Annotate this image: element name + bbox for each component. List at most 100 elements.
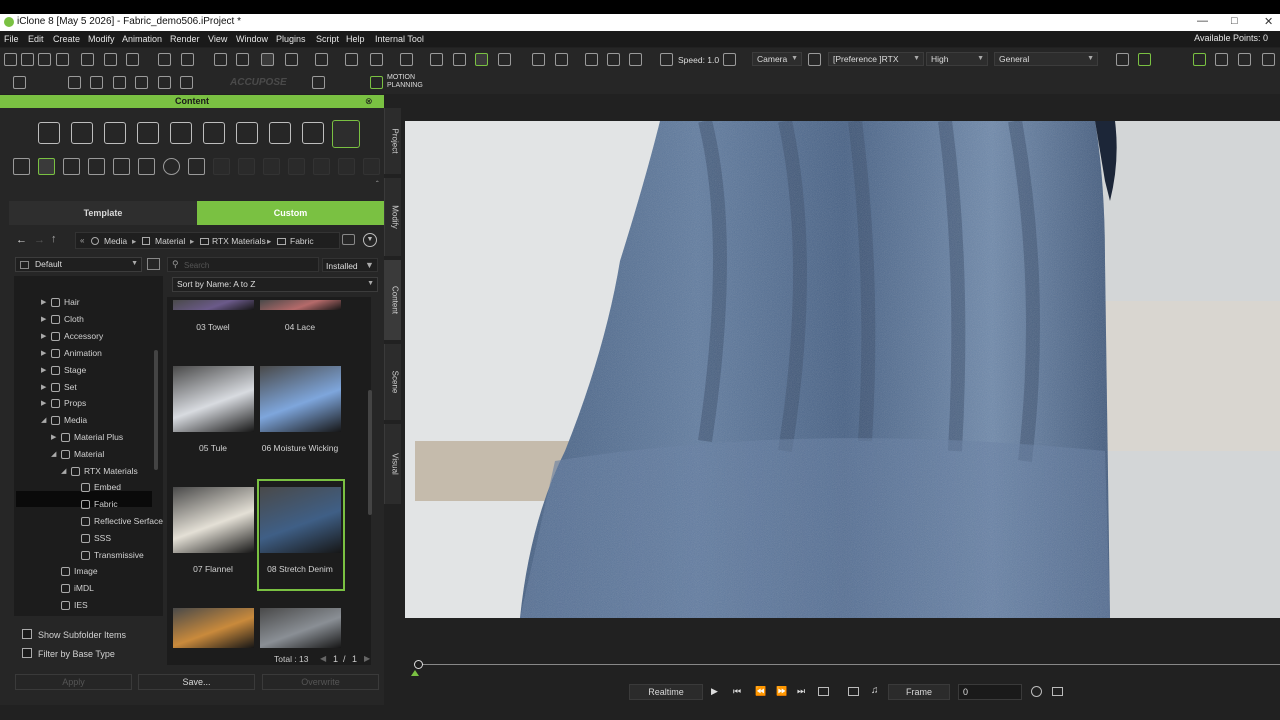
material-thumbnail[interactable] [173, 608, 254, 648]
settings-gear-icon[interactable] [1031, 686, 1042, 697]
overwrite-button[interactable]: Overwrite [262, 674, 379, 690]
tool-icon[interactable] [181, 53, 194, 66]
frame-dropdown[interactable]: Frame [888, 684, 950, 700]
preference-dropdown[interactable]: [Preference ]RTX ▼ [828, 52, 924, 66]
motion-icon[interactable] [203, 122, 225, 144]
avatar-icon[interactable] [71, 122, 93, 144]
expand-arrow-icon[interactable]: ▶ [41, 315, 46, 323]
menu-window[interactable]: Window [236, 34, 268, 44]
back-arrow-icon[interactable]: ← [16, 234, 27, 246]
expand-arrow-icon[interactable]: ◢ [51, 450, 56, 458]
side-tab-project[interactable]: Project [384, 108, 401, 174]
list-icon[interactable] [1238, 53, 1251, 66]
tree-item[interactable]: Fabric [94, 499, 118, 509]
quality-dropdown[interactable]: High ▼ [926, 52, 988, 66]
menu-plugins[interactable]: Plugins [276, 34, 306, 44]
tree-item[interactable]: Image [74, 566, 98, 576]
maximize-icon[interactable]: □ [1231, 15, 1238, 27]
menu-internal-tool[interactable]: Internal Tool [375, 34, 424, 44]
play-icon[interactable]: ▶ [711, 686, 718, 697]
search-input[interactable]: ⚲ Search [167, 257, 319, 272]
folder-add-icon[interactable] [147, 258, 160, 270]
accupose-button[interactable]: ACCUPOSE [230, 77, 287, 88]
show-subfolder-checkbox[interactable] [22, 629, 32, 639]
tree-item[interactable]: Set [64, 382, 77, 392]
new-file-icon[interactable] [4, 53, 17, 66]
light-icon[interactable] [532, 53, 545, 66]
gradient-icon[interactable] [113, 158, 130, 175]
play-icon[interactable] [104, 53, 117, 66]
timeline-toggle-icon[interactable] [1052, 687, 1063, 696]
next-frame-icon[interactable]: ⏩ [776, 686, 787, 697]
menu-view[interactable]: View [208, 34, 227, 44]
swap-icon[interactable] [180, 76, 193, 89]
material-icon[interactable] [38, 158, 55, 175]
tree-icon[interactable] [269, 122, 291, 144]
tree-item[interactable]: Stage [64, 365, 86, 375]
align-icon[interactable] [400, 53, 413, 66]
breadcrumb-material[interactable]: Material [155, 236, 185, 246]
layer-icon[interactable] [453, 53, 466, 66]
grid-scrollbar[interactable] [368, 390, 372, 515]
tree-item[interactable]: Media [64, 415, 87, 425]
eye-icon[interactable] [475, 53, 488, 66]
motion-planning-icon[interactable] [370, 76, 383, 89]
physics-toggle-icon[interactable] [1138, 53, 1151, 66]
tree-item[interactable]: Props [64, 398, 86, 408]
material-thumbnail[interactable] [260, 608, 341, 648]
expand-arrow-icon[interactable]: ▶ [41, 383, 46, 391]
breadcrumb-fabric[interactable]: Fabric [290, 236, 314, 246]
scale-icon[interactable] [345, 53, 358, 66]
tool-icon[interactable] [90, 76, 103, 89]
3d-viewport[interactable] [405, 121, 1280, 618]
gizmo-icon[interactable] [660, 53, 673, 66]
first-frame-icon[interactable]: ⏮ [733, 686, 741, 697]
next-page-icon[interactable]: ▶ [364, 654, 370, 663]
side-tab-visual[interactable]: Visual [384, 424, 401, 504]
realtime-dropdown[interactable]: Realtime [629, 684, 703, 700]
export-icon[interactable] [126, 53, 139, 66]
close-icon[interactable]: ✕ [1264, 15, 1273, 28]
open-icon[interactable] [38, 53, 51, 66]
physics-icon[interactable] [1116, 53, 1129, 66]
pin-icon[interactable] [498, 53, 511, 66]
sort-dropdown[interactable]: Sort by Name: A to Z ▼ [172, 277, 378, 292]
side-tab-scene[interactable]: Scene [384, 344, 401, 420]
panel-icon[interactable] [1215, 53, 1228, 66]
tree-item[interactable]: Cloth [64, 314, 84, 324]
camera-dropdown[interactable]: Camera ▼ [752, 52, 802, 66]
prev-page-icon[interactable]: ◀ [320, 654, 326, 663]
loop-icon[interactable] [818, 687, 829, 696]
tree-item[interactable]: Accessory [64, 331, 103, 341]
last-frame-icon[interactable]: ⏭ [797, 686, 805, 697]
expand-arrow-icon[interactable]: ▶ [41, 399, 46, 407]
expand-arrow-icon[interactable]: ▶ [41, 298, 46, 306]
tree-item[interactable]: SSS [94, 533, 111, 543]
zoom-icon[interactable] [585, 53, 598, 66]
tab-template[interactable]: Template [9, 201, 197, 225]
panel-close-icon[interactable]: ⊗ [365, 96, 373, 107]
expand-arrow-icon[interactable]: ▶ [51, 433, 56, 441]
up-arrow-icon[interactable]: ↑ [51, 233, 57, 245]
home-icon[interactable] [555, 53, 568, 66]
tree-item[interactable]: iMDL [74, 583, 94, 593]
paint-icon[interactable] [370, 53, 383, 66]
subtitle-icon[interactable] [848, 687, 859, 696]
installed-filter[interactable]: Installed ▼ [322, 258, 378, 272]
menu-edit[interactable]: Edit [28, 34, 44, 44]
body-icon[interactable] [137, 122, 159, 144]
music-icon[interactable]: ♫ [871, 685, 879, 696]
apply-button[interactable]: Apply [15, 674, 132, 690]
expand-arrow-icon[interactable]: ▶ [41, 366, 46, 374]
material-thumbnail[interactable] [260, 366, 341, 432]
prop-icon[interactable] [170, 122, 192, 144]
tree-item[interactable]: RTX Materials [84, 466, 138, 476]
minimize-icon[interactable]: — [1197, 15, 1208, 27]
rotate-icon[interactable] [315, 53, 328, 66]
render-icon[interactable] [81, 53, 94, 66]
expand-arrow-icon[interactable]: ◢ [61, 467, 66, 475]
refresh-icon[interactable] [158, 76, 171, 89]
dropdown-circle-icon[interactable]: ▼ [363, 233, 377, 247]
material-thumbnail[interactable] [173, 366, 254, 432]
stage-icon[interactable] [236, 122, 258, 144]
